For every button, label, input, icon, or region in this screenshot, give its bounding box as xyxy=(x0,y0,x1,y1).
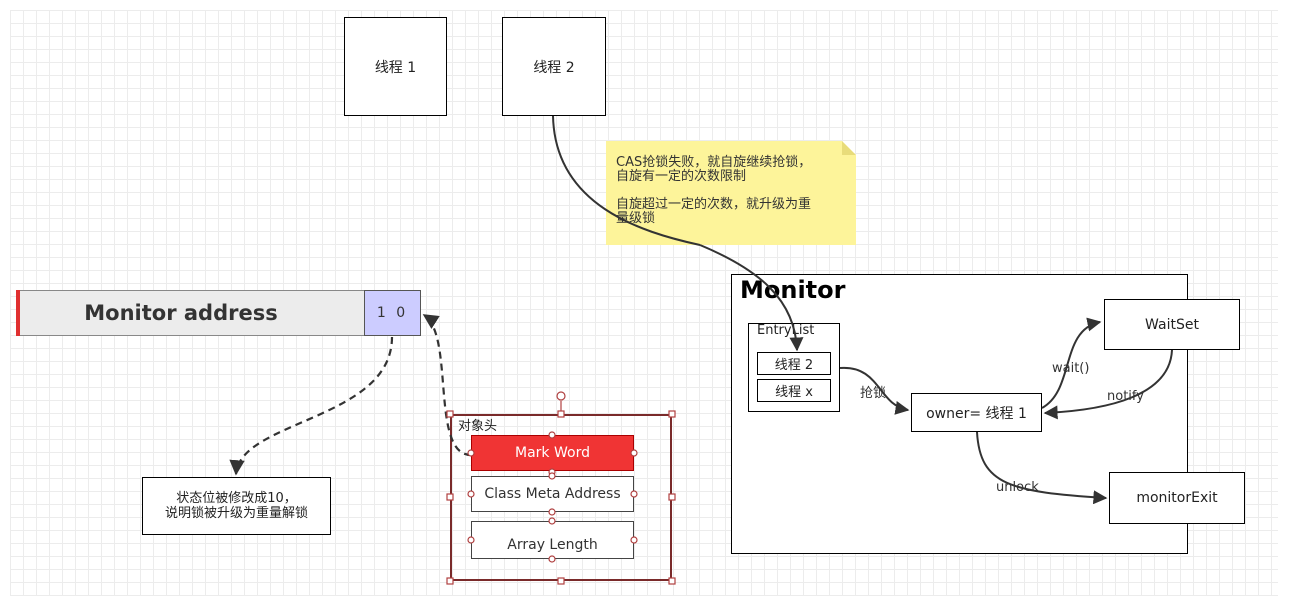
wait-arrow xyxy=(1041,317,1102,409)
resize-handle[interactable] xyxy=(668,493,676,501)
connection-point[interactable] xyxy=(548,517,556,525)
rotate-handle[interactable] xyxy=(556,391,566,401)
connection-point[interactable] xyxy=(548,431,556,439)
markword-to-bits-arrow xyxy=(422,314,472,457)
selection-handles xyxy=(446,391,676,585)
connection-point[interactable] xyxy=(467,490,475,498)
notify-arrow xyxy=(1043,349,1173,420)
bits-to-state-note-arrow xyxy=(229,336,394,476)
connection-point[interactable] xyxy=(548,555,556,563)
resize-handle[interactable] xyxy=(557,410,565,418)
thread2-to-entrylist-line xyxy=(552,115,701,246)
resize-handle[interactable] xyxy=(446,410,454,418)
resize-handle[interactable] xyxy=(446,493,454,501)
connection-point[interactable] xyxy=(630,536,638,544)
connection-point[interactable] xyxy=(630,490,638,498)
resize-handle[interactable] xyxy=(668,577,676,585)
resize-handle[interactable] xyxy=(557,577,565,585)
connection-point[interactable] xyxy=(467,536,475,544)
resize-handle[interactable] xyxy=(668,410,676,418)
thread2-to-entrylist-arrow xyxy=(699,244,804,352)
connection-point[interactable] xyxy=(548,508,556,516)
connection-point[interactable] xyxy=(630,449,638,457)
connection-point[interactable] xyxy=(548,472,556,480)
connectors-layer xyxy=(229,115,1173,585)
unlock-arrow xyxy=(976,431,1108,505)
resize-handle[interactable] xyxy=(446,577,454,585)
connection-point[interactable] xyxy=(467,449,475,457)
entrylist-to-owner-arrow xyxy=(839,366,910,415)
